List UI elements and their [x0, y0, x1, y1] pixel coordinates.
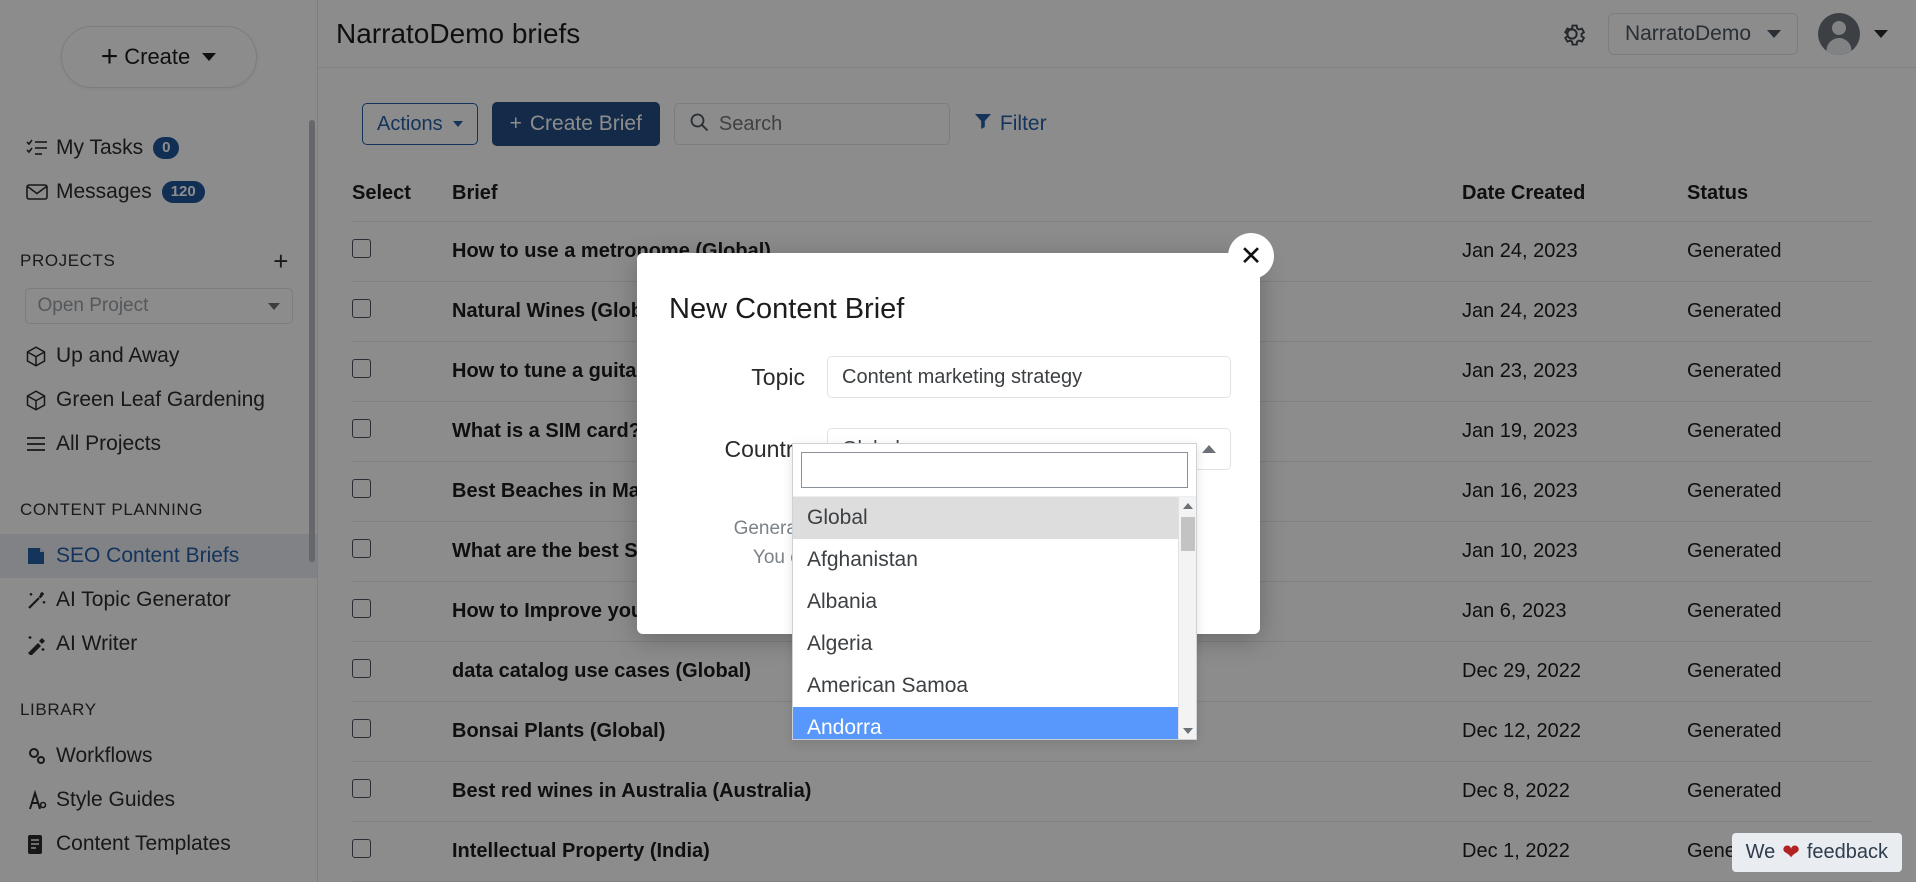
dropdown-scroll-thumb[interactable] [1181, 517, 1195, 551]
topic-input[interactable]: Content marketing strategy [827, 356, 1231, 398]
chevron-up-icon [1202, 445, 1216, 453]
topic-label: Topic [751, 363, 805, 390]
country-dropdown: Global Afghanistan Albania Algeria American … [792, 443, 1197, 740]
country-option[interactable]: Algeria [793, 623, 1196, 665]
close-icon[interactable]: ✕ [1228, 233, 1274, 279]
country-options-list[interactable]: Global Afghanistan Albania Algeria American … [793, 496, 1196, 739]
country-option[interactable]: Andorra [793, 707, 1196, 739]
country-option[interactable]: Afghanistan [793, 539, 1196, 581]
dropdown-scrollbar[interactable] [1178, 497, 1196, 739]
caret-up-icon[interactable] [1179, 497, 1196, 515]
caret-down-icon[interactable] [1179, 722, 1196, 739]
country-search-box[interactable] [801, 452, 1188, 488]
country-search-input[interactable] [802, 453, 1187, 487]
application-root: + Create My Tasks 0 Messages 120 PROJECT [0, 0, 1916, 882]
topic-row: Topic Content marketing strategy [637, 356, 1260, 398]
topic-value: Content marketing strategy [842, 365, 1083, 388]
country-option[interactable]: American Samoa [793, 665, 1196, 707]
modal-title: New Content Brief [669, 293, 905, 325]
country-option[interactable]: Albania [793, 581, 1196, 623]
country-option[interactable]: Global [793, 497, 1196, 539]
